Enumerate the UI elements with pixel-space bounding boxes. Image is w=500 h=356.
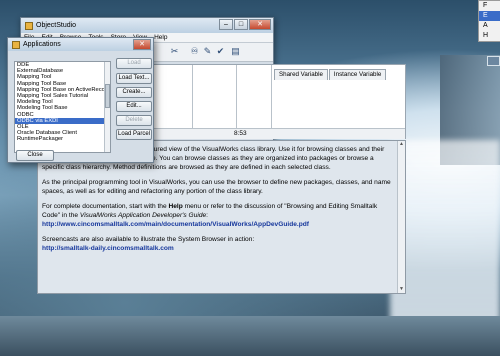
variable-tabs: Shared Variable Instance Variable: [274, 69, 387, 80]
browser-panes: Shared Variable Instance Variable 8:53: [150, 64, 406, 139]
minimize-icon[interactable]: –: [219, 19, 233, 30]
doc-link[interactable]: http://www.cincomsmalltalk.com/main/docu…: [42, 221, 309, 228]
app-icon: [25, 21, 33, 30]
tool-icon[interactable]: ✂: [169, 46, 180, 57]
desktop-shortcut-icon[interactable]: [487, 56, 500, 66]
checkmark-icon[interactable]: ✔: [215, 46, 226, 57]
delete-button[interactable]: Delete: [116, 115, 152, 126]
doc-paragraph: As the principal programming tool in Vis…: [42, 179, 391, 195]
window-controls: – □ ✕: [218, 19, 271, 30]
edge-menu-item[interactable]: H: [479, 31, 500, 41]
create-button[interactable]: Create...: [116, 87, 152, 98]
doc-link[interactable]: http://smalltalk-daily.cincomsmalltalk.c…: [42, 245, 174, 252]
window-title: ObjectStudio: [36, 22, 77, 29]
edge-menu-item[interactable]: F: [479, 1, 500, 11]
close-icon[interactable]: ✕: [133, 39, 151, 50]
dialog-controls: ✕: [132, 39, 151, 50]
scroll-down-icon[interactable]: ▼: [398, 286, 405, 293]
applications-dialog: Applications ✕ DDE ExternalDatabase Mapp…: [7, 37, 154, 163]
background-water: [0, 316, 500, 356]
list-item[interactable]: RuntimePackager: [15, 136, 110, 142]
close-button[interactable]: Close: [16, 150, 54, 161]
load-text-button[interactable]: Load Text...: [116, 73, 152, 84]
binoculars-icon[interactable]: ♾: [189, 46, 200, 57]
dialog-titlebar[interactable]: Applications ✕: [8, 38, 153, 51]
edge-context-menu[interactable]: F E A H: [478, 0, 500, 42]
doc-scrollbar[interactable]: ▲ ▼: [397, 141, 405, 293]
pencil-icon[interactable]: ✎: [202, 46, 213, 57]
scroll-thumb[interactable]: [105, 84, 110, 108]
menu-help[interactable]: Help: [154, 34, 167, 41]
load-button[interactable]: Load: [116, 58, 152, 69]
doc-text: VisualWorks Application Developer's Guid…: [79, 212, 207, 219]
edit-button[interactable]: Edit...: [116, 101, 152, 112]
scroll-up-icon[interactable]: ▲: [398, 141, 405, 148]
edge-menu-item[interactable]: E: [479, 11, 500, 21]
app-icon: [12, 40, 20, 49]
dialog-title: Applications: [23, 41, 61, 48]
applications-list[interactable]: DDE ExternalDatabase Mapping Tool Mappin…: [14, 61, 111, 153]
status-time: 8:53: [234, 130, 247, 137]
doc-text: Help: [168, 203, 183, 210]
doc-paragraph: For complete documentation, start with t…: [42, 203, 378, 228]
close-icon[interactable]: ✕: [249, 19, 271, 30]
tab-shared-variable[interactable]: Shared Variable: [274, 69, 328, 80]
documentation-pane: The System Browser presents a structured…: [37, 140, 406, 294]
edge-menu-item[interactable]: A: [479, 21, 500, 31]
list-scrollbar[interactable]: [104, 62, 110, 152]
notepad-icon[interactable]: ▤: [230, 46, 241, 57]
window-titlebar[interactable]: ObjectStudio – □ ✕: [21, 18, 273, 33]
doc-text: For complete documentation, start with t…: [42, 203, 167, 210]
load-parcel-button[interactable]: Load Parcel: [116, 129, 152, 140]
maximize-icon[interactable]: □: [234, 19, 248, 30]
doc-text: Screencasts are also available to illust…: [42, 236, 255, 243]
tab-instance-variable[interactable]: Instance Variable: [328, 69, 387, 80]
doc-paragraph: Screencasts are also available to illust…: [42, 235, 394, 253]
